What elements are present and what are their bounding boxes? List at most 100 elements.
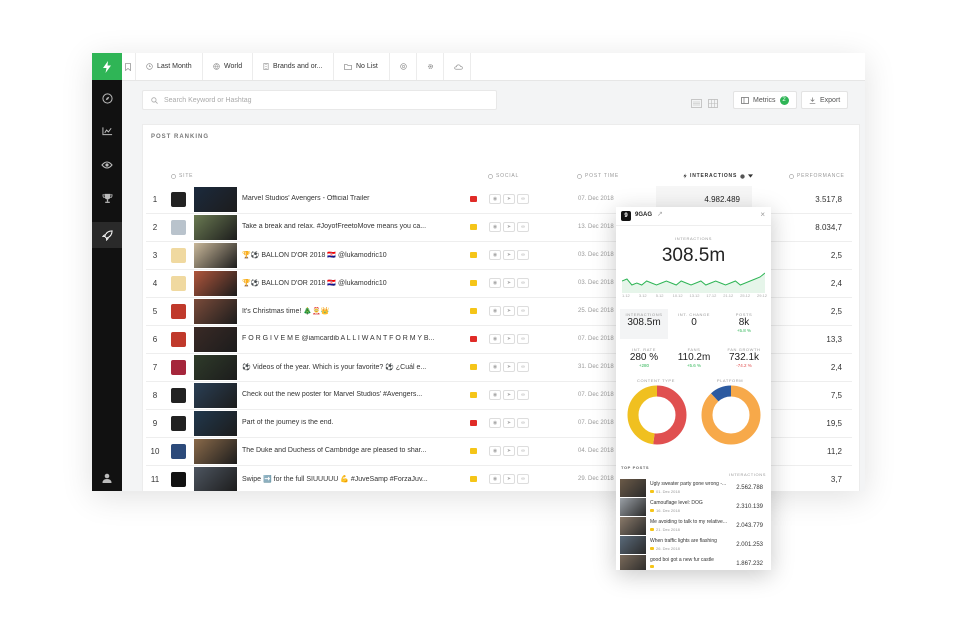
top-post-item[interactable]: good boi got a new fur castle 1.867.232 bbox=[620, 555, 767, 570]
network-link-icon[interactable]: ◉ bbox=[489, 390, 501, 400]
top-post-thumbnail[interactable] bbox=[620, 555, 646, 570]
sidebar-item-explore[interactable] bbox=[92, 85, 122, 111]
sidebar-item-profile[interactable] bbox=[92, 465, 122, 491]
share-icon[interactable]: ➤ bbox=[503, 418, 515, 428]
post-thumbnail[interactable] bbox=[194, 327, 237, 352]
account-avatar[interactable] bbox=[171, 304, 186, 319]
account-avatar[interactable] bbox=[171, 276, 186, 291]
link-icon[interactable]: ∞ bbox=[517, 306, 529, 316]
post-text[interactable]: F O R G I V E M E @iamcardib A L L I W A… bbox=[242, 335, 442, 342]
post-thumbnail[interactable] bbox=[194, 355, 237, 380]
share-icon[interactable]: ➤ bbox=[503, 306, 515, 316]
network-link-icon[interactable]: ◉ bbox=[489, 474, 501, 484]
post-text[interactable]: Marvel Studios' Avengers - Official Trai… bbox=[242, 195, 442, 202]
account-avatar[interactable] bbox=[171, 360, 186, 375]
network-link-icon[interactable]: ◉ bbox=[489, 278, 501, 288]
post-text[interactable]: ⚽ Videos of the year. Which is your favo… bbox=[242, 363, 442, 371]
external-link-icon[interactable]: ↗ bbox=[657, 210, 663, 218]
post-text[interactable]: 🏆⚽ BALLON D'OR 2018 🇭🇷 @lukamodric10 bbox=[242, 251, 442, 259]
link-icon[interactable]: ∞ bbox=[517, 418, 529, 428]
post-text[interactable]: Check out the new poster for Marvel Stud… bbox=[242, 391, 442, 398]
column-header-site[interactable]: SITE bbox=[171, 173, 193, 179]
share-icon[interactable]: ➤ bbox=[503, 474, 515, 484]
sidebar-item-rankings[interactable] bbox=[92, 185, 122, 211]
share-icon[interactable]: ➤ bbox=[503, 362, 515, 372]
category-filter[interactable]: Brands and or... bbox=[253, 53, 334, 80]
top-post-item[interactable]: Ugly sweater party gone wrong -... 01. De… bbox=[620, 479, 767, 497]
post-text[interactable]: 🏆⚽ BALLON D'OR 2018 🇭🇷 @lukamodric10 bbox=[242, 279, 442, 287]
network-link-icon[interactable]: ◉ bbox=[489, 362, 501, 372]
post-thumbnail[interactable] bbox=[194, 439, 237, 464]
link-icon[interactable]: ∞ bbox=[517, 222, 529, 232]
sidebar-item-monitor[interactable] bbox=[92, 152, 122, 178]
post-thumbnail[interactable] bbox=[194, 299, 237, 324]
audience-filter[interactable] bbox=[390, 53, 417, 80]
post-thumbnail[interactable] bbox=[194, 243, 237, 268]
share-icon[interactable]: ➤ bbox=[503, 446, 515, 456]
network-link-icon[interactable]: ◉ bbox=[489, 306, 501, 316]
post-thumbnail[interactable] bbox=[194, 271, 237, 296]
share-icon[interactable]: ➤ bbox=[503, 278, 515, 288]
link-icon[interactable]: ∞ bbox=[517, 474, 529, 484]
network-link-icon[interactable]: ◉ bbox=[489, 194, 501, 204]
settings-filter[interactable] bbox=[417, 53, 444, 80]
post-thumbnail[interactable] bbox=[194, 187, 237, 212]
link-icon[interactable]: ∞ bbox=[517, 390, 529, 400]
grid-view-toggle[interactable] bbox=[708, 95, 718, 113]
post-thumbnail[interactable] bbox=[194, 383, 237, 408]
sidebar-item-analytics[interactable] bbox=[92, 118, 122, 144]
post-text[interactable]: Part of the journey is the end. bbox=[242, 419, 442, 426]
share-icon[interactable]: ➤ bbox=[503, 194, 515, 204]
metrics-button[interactable]: Metrics 2 bbox=[733, 91, 797, 109]
export-button[interactable]: Export bbox=[801, 91, 849, 109]
network-link-icon[interactable]: ◉ bbox=[489, 418, 501, 428]
account-avatar[interactable] bbox=[171, 192, 186, 207]
list-filter[interactable]: No List bbox=[334, 53, 390, 80]
region-filter[interactable]: World bbox=[203, 53, 253, 80]
share-icon[interactable]: ➤ bbox=[503, 390, 515, 400]
brand-logo[interactable] bbox=[92, 53, 122, 80]
top-post-thumbnail[interactable] bbox=[620, 517, 646, 535]
share-icon[interactable]: ➤ bbox=[503, 250, 515, 260]
link-icon[interactable]: ∞ bbox=[517, 334, 529, 344]
share-icon[interactable]: ➤ bbox=[503, 334, 515, 344]
column-header-post-time[interactable]: POST TIME bbox=[577, 173, 619, 179]
top-post-thumbnail[interactable] bbox=[620, 536, 646, 554]
sidebar-item-posts[interactable] bbox=[92, 222, 122, 248]
share-icon[interactable]: ➤ bbox=[503, 222, 515, 232]
post-thumbnail[interactable] bbox=[194, 411, 237, 436]
link-icon[interactable]: ∞ bbox=[517, 446, 529, 456]
account-avatar[interactable] bbox=[171, 444, 186, 459]
post-text[interactable]: It's Christmas time! 🎄🤶👑 bbox=[242, 307, 442, 315]
account-avatar[interactable] bbox=[171, 472, 186, 487]
close-icon[interactable]: × bbox=[760, 210, 765, 219]
network-link-icon[interactable]: ◉ bbox=[489, 446, 501, 456]
post-text[interactable]: The Duke and Duchess of Cambridge are pl… bbox=[242, 447, 442, 454]
link-icon[interactable]: ∞ bbox=[517, 362, 529, 372]
top-post-thumbnail[interactable] bbox=[620, 479, 646, 497]
account-avatar[interactable] bbox=[171, 416, 186, 431]
bookmark-button[interactable] bbox=[122, 53, 136, 80]
account-avatar[interactable] bbox=[171, 388, 186, 403]
network-link-icon[interactable]: ◉ bbox=[489, 222, 501, 232]
column-header-social[interactable]: SOCIAL bbox=[488, 173, 519, 179]
list-view-toggle[interactable] bbox=[691, 95, 702, 113]
top-post-thumbnail[interactable] bbox=[620, 498, 646, 516]
account-avatar[interactable] bbox=[171, 332, 186, 347]
network-link-icon[interactable]: ◉ bbox=[489, 250, 501, 260]
account-avatar[interactable] bbox=[171, 248, 186, 263]
account-avatar[interactable] bbox=[171, 220, 186, 235]
link-icon[interactable]: ∞ bbox=[517, 278, 529, 288]
post-text[interactable]: Take a break and relax. #JoyofFreetoMove… bbox=[242, 223, 442, 230]
period-filter[interactable]: Last Month bbox=[136, 53, 203, 80]
post-thumbnail[interactable] bbox=[194, 215, 237, 240]
link-icon[interactable]: ∞ bbox=[517, 194, 529, 204]
search-input[interactable]: Search Keyword or Hashtag bbox=[142, 90, 497, 110]
column-header-interactions[interactable]: INTERACTIONS bbox=[683, 173, 754, 179]
top-post-item[interactable]: Me avoiding to talk to my relative... 21.… bbox=[620, 517, 767, 535]
top-post-item[interactable]: When traffic lights are flashing 26. Dec … bbox=[620, 536, 767, 554]
donut-segment[interactable] bbox=[701, 385, 761, 445]
column-header-performance[interactable]: PERFORMANCE bbox=[789, 173, 845, 179]
post-text[interactable]: Swipe ➡️ for the full SIUUUUU 💪 #JuveSam… bbox=[242, 475, 442, 483]
post-thumbnail[interactable] bbox=[194, 467, 237, 491]
